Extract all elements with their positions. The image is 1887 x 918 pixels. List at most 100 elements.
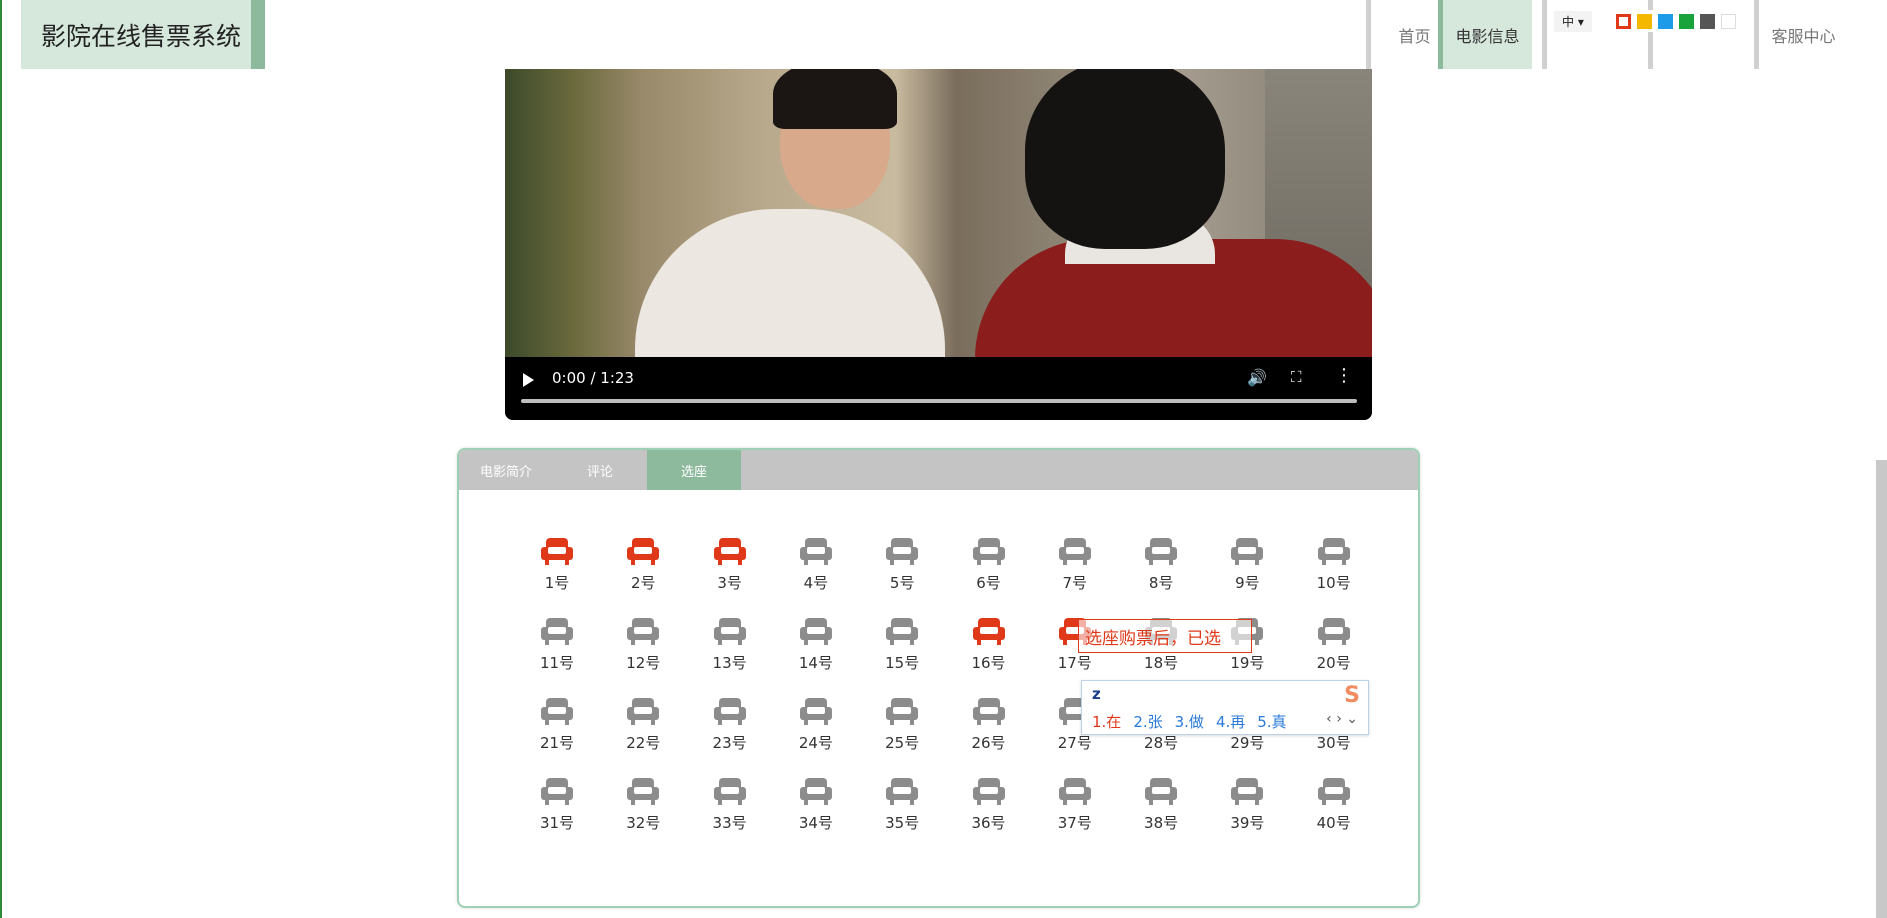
tab-seat-selection[interactable]: 选座 xyxy=(647,450,741,490)
ime-candidate[interactable]: 4.再 xyxy=(1216,711,1245,732)
seat[interactable]: 13号 xyxy=(687,618,773,698)
seat[interactable]: 25号 xyxy=(859,698,945,778)
play-icon[interactable] xyxy=(523,373,534,387)
seat-label: 35号 xyxy=(885,814,920,832)
tab-comments-label: 评论 xyxy=(586,464,613,480)
seat-label: 29号 xyxy=(1230,734,1265,752)
ime-candidate[interactable]: 3.做 xyxy=(1175,711,1204,732)
seat-available-icon xyxy=(1231,778,1264,806)
nav-movie-info[interactable]: 电影信息 xyxy=(1438,0,1532,69)
theme-swatch-gray[interactable] xyxy=(1699,13,1715,29)
seat-label: 31号 xyxy=(539,814,575,832)
language-dropdown[interactable]: 中 ▾ xyxy=(1554,10,1592,32)
seat[interactable]: 31号 xyxy=(514,778,600,858)
seat-label: 14号 xyxy=(798,654,833,672)
seat[interactable]: 10号 xyxy=(1291,538,1377,618)
theme-swatch-green[interactable] xyxy=(1678,13,1694,29)
seat[interactable]: 5号 xyxy=(859,538,945,618)
seat-taken-icon xyxy=(713,538,746,566)
seat-label: 11号 xyxy=(539,654,575,672)
seat-label: 9号 xyxy=(1235,574,1260,592)
seat-available-icon xyxy=(627,698,660,726)
seat[interactable]: 16号 xyxy=(946,618,1032,698)
seat-label: 23号 xyxy=(712,734,747,752)
seat-label: 17号 xyxy=(1057,654,1092,672)
seat-label: 10号 xyxy=(1316,574,1351,592)
seat[interactable]: 37号 xyxy=(1032,778,1118,858)
tab-movie-intro[interactable]: 电影简介 xyxy=(459,450,553,490)
seat[interactable]: 34号 xyxy=(773,778,859,858)
ime-page-nav-icon[interactable]: ‹ › ⌄ xyxy=(1326,711,1358,727)
ime-candidate[interactable]: 1.在 xyxy=(1092,711,1121,732)
theme-swatch-yellow[interactable] xyxy=(1636,13,1652,29)
tab-seat-selection-label: 选座 xyxy=(680,464,707,480)
seat-available-icon xyxy=(1231,538,1264,566)
seat[interactable]: 36号 xyxy=(946,778,1032,858)
seat[interactable]: 23号 xyxy=(687,698,773,778)
fullscreen-icon[interactable]: ⛶ xyxy=(1291,368,1302,386)
seat[interactable]: 24号 xyxy=(773,698,859,778)
seat-label: 21号 xyxy=(539,734,575,752)
seat[interactable]: 7号 xyxy=(1032,538,1118,618)
seat-label: 33号 xyxy=(712,814,747,832)
ime-candidate[interactable]: 2.张 xyxy=(1133,711,1162,732)
seat-label: 38号 xyxy=(1144,814,1179,832)
video-time: 0:00 / 1:23 xyxy=(552,369,634,387)
seat-available-icon xyxy=(886,698,919,726)
seat-label: 40号 xyxy=(1316,814,1351,832)
seat[interactable]: 32号 xyxy=(600,778,686,858)
seat[interactable]: 2号 xyxy=(600,538,686,618)
ime-candidate[interactable]: 5.真 xyxy=(1257,711,1286,732)
seat-label: 12号 xyxy=(626,654,661,672)
tab-movie-intro-label: 电影简介 xyxy=(479,464,532,480)
seat[interactable]: 4号 xyxy=(773,538,859,618)
seat[interactable]: 12号 xyxy=(600,618,686,698)
seat-available-icon xyxy=(1058,538,1091,566)
seat-label: 22号 xyxy=(626,734,661,752)
theme-swatch-red[interactable] xyxy=(1615,13,1631,29)
seat-taken-icon xyxy=(627,538,660,566)
seat-available-icon xyxy=(713,778,746,806)
tab-comments[interactable]: 评论 xyxy=(553,450,647,490)
seat[interactable]: 33号 xyxy=(687,778,773,858)
seat[interactable]: 38号 xyxy=(1118,778,1204,858)
seat[interactable]: 1号 xyxy=(514,538,600,618)
nav-movie-info-label: 电影信息 xyxy=(1455,26,1520,46)
seat-label: 15号 xyxy=(885,654,920,672)
seat[interactable]: 9号 xyxy=(1204,538,1290,618)
site-logo[interactable]: 影院在线售票系统 xyxy=(21,0,265,69)
seat-available-icon xyxy=(972,538,1005,566)
nav-home-label: 首页 xyxy=(1398,26,1431,46)
movie-detail-panel: 电影简介 评论 选座 1号 2号 3号 4号 5号 6号 7号 8号 9号 10号 11号 12号 13… xyxy=(457,448,1420,908)
seat[interactable]: 8号 xyxy=(1118,538,1204,618)
seat[interactable]: 26号 xyxy=(946,698,1032,778)
seat-label: 16号 xyxy=(971,654,1006,672)
seat[interactable]: 11号 xyxy=(514,618,600,698)
ime-input-text: z xyxy=(1092,685,1101,703)
seat[interactable]: 39号 xyxy=(1204,778,1290,858)
seat[interactable]: 14号 xyxy=(773,618,859,698)
theme-swatch-white[interactable] xyxy=(1720,13,1736,29)
nav-service-center[interactable]: 客服中心 xyxy=(1754,0,1848,69)
seat[interactable]: 15号 xyxy=(859,618,945,698)
theme-swatch-blue[interactable] xyxy=(1657,13,1673,29)
seat[interactable]: 35号 xyxy=(859,778,945,858)
seat[interactable]: 3号 xyxy=(687,538,773,618)
seat-label: 19号 xyxy=(1230,654,1265,672)
seat-available-icon xyxy=(799,698,832,726)
trailer-video[interactable]: 0:00 / 1:23 🔊 ⛶ ⋮ xyxy=(505,69,1372,420)
seat-label: 34号 xyxy=(798,814,833,832)
page-scrollbar[interactable] xyxy=(1876,460,1887,918)
video-progress-bar[interactable] xyxy=(521,399,1357,403)
seat[interactable]: 21号 xyxy=(514,698,600,778)
frame-figure-woman-hair xyxy=(773,69,897,129)
seat-available-icon xyxy=(541,618,573,646)
seat-label: 7号 xyxy=(1062,574,1088,592)
seat[interactable]: 6号 xyxy=(946,538,1032,618)
seat[interactable]: 40号 xyxy=(1291,778,1377,858)
seat-label: 30号 xyxy=(1316,734,1351,752)
seat[interactable]: 22号 xyxy=(600,698,686,778)
seat-label: 20号 xyxy=(1316,654,1351,672)
more-options-icon[interactable]: ⋮ xyxy=(1335,365,1353,386)
volume-icon[interactable]: 🔊 xyxy=(1247,368,1267,387)
